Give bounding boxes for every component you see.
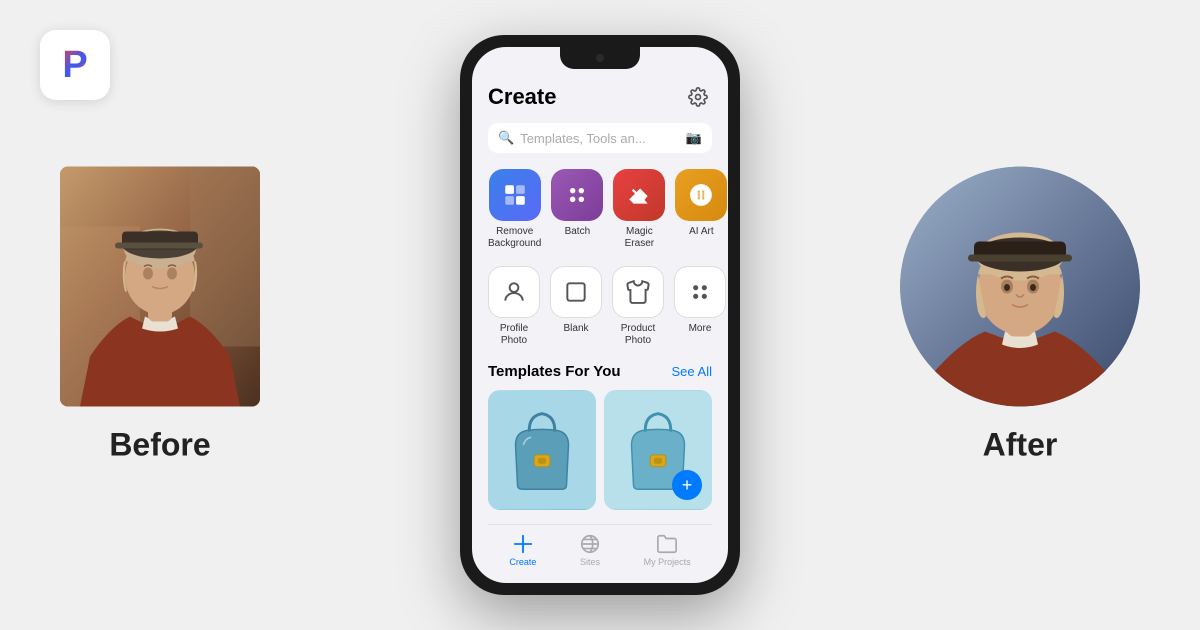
ai-art-icon	[675, 169, 727, 221]
nav-create-label: Create	[509, 557, 536, 567]
search-icon: 🔍	[498, 130, 514, 146]
add-template-button[interactable]: +	[672, 470, 702, 500]
blank-label: Blank	[563, 323, 588, 335]
tool-batch[interactable]: Batch	[551, 169, 603, 250]
phone-frame: Create 🔍 Templates, Tools an... 📷	[460, 35, 740, 595]
nav-sites-label: Sites	[580, 557, 600, 567]
template-card-2[interactable]: +	[604, 390, 712, 510]
templates-header: Templates For You See All	[488, 363, 712, 380]
tool-profile-photo[interactable]: ProfilePhoto	[488, 266, 540, 347]
remove-bg-icon	[489, 169, 541, 221]
tool-remove-bg[interactable]: RemoveBackground	[488, 169, 541, 250]
more-label: More	[689, 323, 712, 335]
ai-art-label: AI Art	[689, 226, 713, 238]
templates-grid: +	[488, 390, 712, 516]
product-photo-label: ProductPhoto	[621, 323, 655, 347]
blank-icon	[550, 266, 602, 318]
remove-bg-label: RemoveBackground	[488, 226, 541, 250]
before-label: Before	[109, 427, 210, 464]
search-bar[interactable]: 🔍 Templates, Tools an... 📷	[488, 123, 712, 153]
before-image	[60, 167, 260, 407]
before-section: Before	[60, 167, 260, 464]
screen-header: Create	[488, 83, 712, 111]
tool-blank[interactable]: Blank	[550, 266, 602, 347]
after-section: After	[900, 167, 1140, 464]
nav-my-projects-label: My Projects	[644, 557, 691, 567]
magic-eraser-icon	[613, 169, 665, 221]
camera-icon: 📷	[686, 130, 702, 146]
magic-eraser-label: MagicEraser	[625, 226, 654, 250]
screen-content: Create 🔍 Templates, Tools an... 📷	[472, 47, 728, 583]
tool-more[interactable]: More	[674, 266, 726, 347]
logo-letter: P	[62, 46, 87, 84]
tool-magic-eraser[interactable]: MagicEraser	[613, 169, 665, 250]
nav-create[interactable]: Create	[509, 533, 536, 567]
template-card-1[interactable]	[488, 390, 596, 510]
phone-mockup: Create 🔍 Templates, Tools an... 📷	[460, 35, 740, 595]
bottom-navigation: Create Sites My Proj	[488, 524, 712, 567]
phone-screen: Create 🔍 Templates, Tools an... 📷	[472, 47, 728, 583]
batch-icon	[551, 169, 603, 221]
tools-row-1: RemoveBackground Batch	[488, 169, 712, 250]
profile-photo-label: ProfilePhoto	[500, 323, 528, 347]
phone-camera	[596, 54, 604, 62]
more-icon	[674, 266, 726, 318]
nav-sites[interactable]: Sites	[579, 533, 601, 567]
batch-label: Batch	[565, 226, 591, 238]
search-placeholder: Templates, Tools an...	[520, 131, 680, 146]
tool-product-photo[interactable]: ProductPhoto	[612, 266, 664, 347]
templates-title: Templates For You	[488, 363, 621, 380]
app-logo[interactable]: P	[40, 30, 110, 100]
screen-title: Create	[488, 84, 556, 110]
after-label: After	[983, 427, 1058, 464]
tool-ai-art[interactable]: AI Art	[675, 169, 727, 250]
tools-row-2: ProfilePhoto Blank	[488, 266, 712, 347]
nav-my-projects[interactable]: My Projects	[644, 533, 691, 567]
profile-photo-icon	[488, 266, 540, 318]
see-all-link[interactable]: See All	[672, 364, 712, 379]
settings-button[interactable]	[684, 83, 712, 111]
after-image	[900, 167, 1140, 407]
product-photo-icon	[612, 266, 664, 318]
phone-notch	[560, 47, 640, 69]
